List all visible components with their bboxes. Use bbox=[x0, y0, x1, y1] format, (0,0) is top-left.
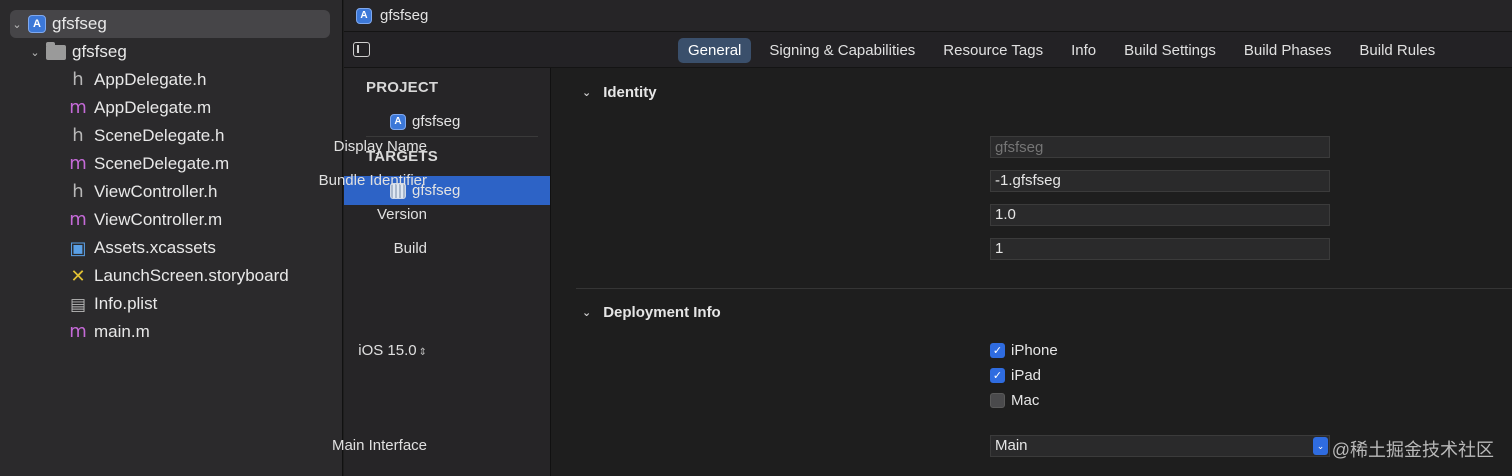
navigator-item-file[interactable]: ▤ Info.plist bbox=[64, 290, 330, 318]
ios-version-label: iOS 15.0 bbox=[358, 342, 417, 359]
folder-icon bbox=[46, 41, 66, 60]
plist-icon: ▤ bbox=[69, 294, 87, 314]
implementation-file-icon: m bbox=[69, 153, 87, 174]
chevron-down-icon[interactable]: ⌄ bbox=[1313, 437, 1328, 455]
navigator-item-label: main.m bbox=[94, 322, 150, 341]
chevron-down-icon[interactable]: ⌄ bbox=[582, 86, 591, 99]
app-project-icon: A bbox=[390, 113, 406, 130]
bundle-identifier-label: Bundle Identifier bbox=[318, 172, 427, 189]
tab-build-phases[interactable]: Build Phases bbox=[1234, 38, 1342, 63]
chevron-down-icon[interactable]: ⌄ bbox=[582, 306, 591, 319]
tab-build-settings[interactable]: Build Settings bbox=[1114, 38, 1226, 63]
navigator-item-label: SceneDelegate.h bbox=[94, 126, 225, 145]
tab-info[interactable]: Info bbox=[1061, 38, 1106, 63]
checkbox-unchecked[interactable] bbox=[990, 393, 1005, 408]
section-title: Deployment Info bbox=[603, 304, 721, 321]
tab-signing-capabilities[interactable]: Signing & Capabilities bbox=[759, 38, 925, 63]
navigator-item-label: gfsfseg bbox=[72, 42, 127, 61]
display-name-field[interactable] bbox=[990, 136, 1330, 158]
checkmark-icon[interactable]: ✓ bbox=[990, 368, 1005, 383]
navigator-item-file[interactable]: ✕ LaunchScreen.storyboard bbox=[64, 262, 330, 290]
editor-jump-bar: A gfsfseg bbox=[344, 0, 1512, 32]
tabs: General Signing & Capabilities Resource … bbox=[678, 38, 1453, 63]
navigator-item-label: Info.plist bbox=[94, 294, 158, 313]
navigator-item-group[interactable]: ⌄ gfsfseg bbox=[28, 38, 330, 66]
chevron-down-icon[interactable]: ⌄ bbox=[10, 18, 24, 31]
version-field[interactable]: 1.0 bbox=[990, 204, 1330, 226]
ipad-checkbox-row[interactable]: ✓ iPad bbox=[990, 367, 1041, 384]
implementation-file-icon: m bbox=[69, 209, 87, 230]
tab-resource-tags[interactable]: Resource Tags bbox=[933, 38, 1053, 63]
ipad-label: iPad bbox=[1011, 367, 1042, 384]
app-project-icon: A bbox=[356, 7, 372, 24]
main-interface-select[interactable]: Main ⌄ bbox=[990, 435, 1330, 457]
identity-section-header[interactable]: ⌄ Identity bbox=[582, 84, 657, 101]
project-header: PROJECT bbox=[366, 79, 439, 96]
tab-build-rules[interactable]: Build Rules bbox=[1349, 38, 1445, 63]
section-title: Identity bbox=[603, 84, 657, 101]
navigator-item-label: AppDelegate.h bbox=[94, 70, 207, 89]
implementation-file-icon: m bbox=[69, 321, 87, 342]
deployment-section-header[interactable]: ⌄ Deployment Info bbox=[582, 304, 721, 321]
app-project-icon: A bbox=[28, 15, 46, 33]
project-targets-list: PROJECT A gfsfseg TARGETS gfsfseg bbox=[344, 68, 551, 476]
divider bbox=[366, 136, 538, 137]
navigator-item-project[interactable]: ⌄ A gfsfseg bbox=[10, 10, 330, 38]
header-file-icon: h bbox=[72, 69, 84, 90]
navigator-item-label: AppDelegate.m bbox=[94, 98, 212, 117]
project-navigator: ⌄ A gfsfseg ⌄ gfsfseg h AppDelegate.h m … bbox=[0, 0, 343, 476]
jump-bar-title[interactable]: gfsfseg bbox=[380, 7, 428, 24]
project-item[interactable]: A gfsfseg bbox=[344, 107, 550, 136]
project-item-label: gfsfseg bbox=[412, 113, 461, 130]
version-label: Version bbox=[376, 206, 427, 223]
editor-tab-bar: General Signing & Capabilities Resource … bbox=[344, 32, 1512, 68]
iphone-label: iPhone bbox=[1011, 342, 1058, 359]
display-name-label: Display Name bbox=[333, 138, 427, 155]
tab-general[interactable]: General bbox=[678, 38, 752, 63]
assets-icon: ▣ bbox=[69, 238, 87, 258]
navigator-item-label: ViewController.m bbox=[94, 210, 223, 229]
implementation-file-icon: m bbox=[69, 97, 87, 118]
chevron-down-icon[interactable]: ⌄ bbox=[28, 46, 42, 59]
navigator-item-file[interactable]: h AppDelegate.h bbox=[64, 66, 330, 94]
sidebar-toggle-icon[interactable] bbox=[353, 42, 370, 57]
main-interface-value: Main bbox=[995, 437, 1028, 454]
iphone-checkbox-row[interactable]: ✓ iPhone bbox=[990, 342, 1058, 359]
section-divider bbox=[576, 288, 1512, 289]
header-file-icon: h bbox=[72, 125, 84, 146]
build-field[interactable]: 1 bbox=[990, 238, 1330, 260]
navigator-item-label: SceneDelegate.m bbox=[94, 154, 230, 173]
navigator-item-label: gfsfseg bbox=[52, 14, 107, 33]
bundle-identifier-field[interactable]: -1.gfsfseg bbox=[990, 170, 1330, 192]
build-label: Build bbox=[393, 240, 427, 257]
mac-label: Mac bbox=[1011, 392, 1040, 409]
navigator-item-label: LaunchScreen.storyboard bbox=[94, 266, 289, 285]
popup-arrows-icon: ⇕ bbox=[418, 347, 427, 358]
ios-version-popup[interactable]: iOS 15.0 ⇕ bbox=[207, 342, 427, 359]
watermark: @稀土掘金技术社区 bbox=[1331, 440, 1494, 460]
navigator-item-label: Assets.xcassets bbox=[94, 238, 216, 257]
general-settings: ⌄ Identity Display Name Bundle Identifie… bbox=[319, 68, 1512, 476]
navigator-item-label: ViewController.h bbox=[94, 182, 218, 201]
mac-checkbox-row[interactable]: Mac bbox=[990, 392, 1039, 409]
checkmark-icon[interactable]: ✓ bbox=[990, 343, 1005, 358]
navigator-item-file[interactable]: m AppDelegate.m bbox=[64, 94, 330, 122]
storyboard-icon: ✕ bbox=[70, 266, 86, 286]
main-interface-label: Main Interface bbox=[331, 437, 427, 454]
header-file-icon: h bbox=[72, 181, 84, 202]
